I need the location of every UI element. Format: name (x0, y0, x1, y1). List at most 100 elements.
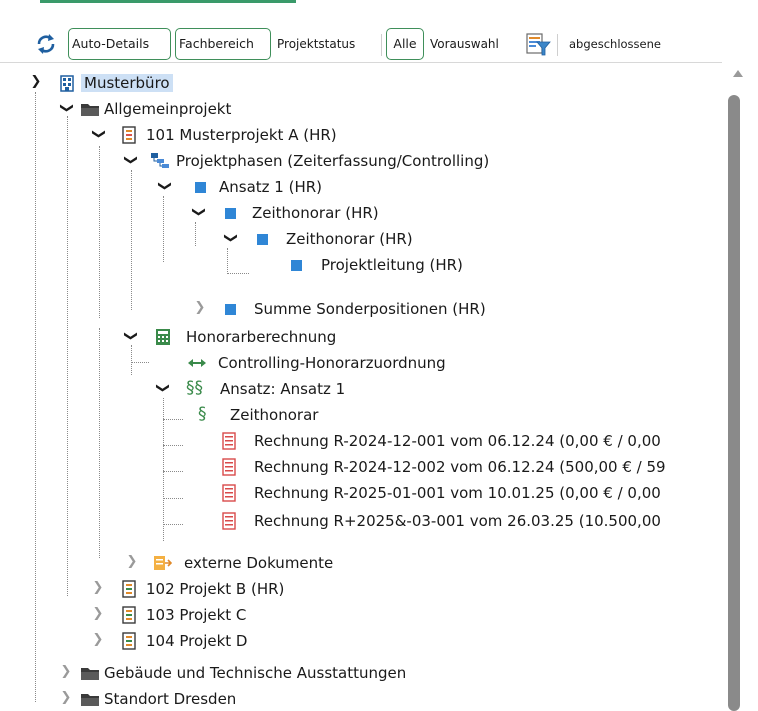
tree-node-label: Rechnung R-2024-12-001 vom 06.12.24 (0,0… (254, 432, 661, 450)
blue-square-icon (222, 204, 240, 222)
tree-node-projekt-104[interactable]: ❯ 104 Projekt D (0, 628, 700, 654)
toolbar-divider (381, 34, 382, 56)
tree-node-label: Standort Dresden (104, 690, 237, 708)
chevron-down-icon[interactable]: ❯ (121, 328, 139, 344)
tree-node-gebaeude[interactable]: ❯ Gebäude und Technische Ausstattungen (0, 660, 700, 686)
external-document-icon (152, 554, 173, 572)
tree-node-rechnung[interactable]: Rechnung R+2025&-03-001 vom 26.03.25 (10… (0, 508, 722, 534)
hierarchy-icon (150, 152, 169, 170)
tree-node-label: Summe Sonderpositionen (HR) (254, 300, 486, 318)
active-tab-indicator (40, 0, 296, 3)
tree-node-label: Gebäude und Technische Ausstattungen (104, 664, 407, 682)
projektstatus-label: Projektstatus (277, 37, 356, 51)
blue-square-icon (288, 256, 306, 274)
tree-node-rechnung[interactable]: Rechnung R-2024-12-002 vom 06.12.24 (500… (0, 454, 722, 480)
tree-node-controlling-zuordnung[interactable]: Controlling-Honorarzuordnung (0, 350, 700, 376)
blue-square-icon (222, 300, 240, 318)
chevron-down-icon[interactable]: ❯ (153, 380, 171, 396)
tree-node-label: Honorarberechnung (186, 328, 337, 346)
tree-node-projekt-102[interactable]: ❯ 102 Projekt B (HR) (0, 576, 700, 602)
chevron-right-icon[interactable]: ❯ (90, 579, 106, 597)
filter-icon[interactable] (525, 28, 551, 60)
tree-node-label: 102 Projekt B (HR) (146, 580, 285, 598)
tree-node-label: 104 Projekt D (146, 632, 248, 650)
tree-node-zeithonorar[interactable]: ❯ Zeithonorar (HR) (0, 226, 700, 252)
tree-node-projektleitung[interactable]: Projektleitung (HR) (0, 252, 700, 278)
exchange-arrows-icon (186, 354, 206, 372)
tree-node-summe-sonderpositionen[interactable]: ❯ Summe Sonderpositionen (HR) (0, 296, 700, 322)
tree-node-projekt-103[interactable]: ❯ 103 Projekt C (0, 602, 700, 628)
tree-node-label: Rechnung R-2025-01-001 vom 10.01.25 (0,0… (254, 484, 661, 502)
project-icon (120, 632, 138, 650)
toolbar: Auto-Details Fachbereich Projektstatus A… (0, 10, 758, 63)
tree-node-label: Zeithonorar (HR) (286, 230, 413, 248)
tree-node-label: Zeithonorar (230, 406, 319, 424)
building-icon (58, 74, 76, 92)
invoice-icon (220, 432, 238, 450)
blue-square-icon (192, 178, 210, 196)
chevron-down-icon[interactable]: ❯ (28, 73, 44, 91)
tree-node-zeithonorar[interactable]: ❯ Zeithonorar (HR) (0, 200, 700, 226)
chevron-down-icon[interactable]: ❯ (155, 178, 173, 194)
chevron-right-icon[interactable]: ❯ (58, 663, 74, 681)
tree-node-label: Ansatz: Ansatz 1 (220, 380, 346, 398)
tree-node-label: externe Dokumente (184, 554, 334, 572)
tree-node-zeithonorar-paragraph[interactable]: § Zeithonorar (0, 402, 700, 428)
tree-node-label: Allgemeinprojekt (104, 100, 232, 118)
tree-node-label: Projektphasen (Zeiterfassung/Controlling… (176, 152, 490, 170)
tree-node-projektphasen[interactable]: ❯ Projektphasen (Zeiterfassung/Controlli… (0, 148, 700, 174)
chevron-right-icon[interactable]: ❯ (124, 553, 140, 571)
chevron-down-icon[interactable]: ❯ (121, 152, 139, 168)
scroll-up-arrow-icon[interactable] (733, 70, 743, 77)
tree-node-label: Projektleitung (HR) (321, 256, 463, 274)
tree-node-rechnung[interactable]: Rechnung R-2024-12-001 vom 06.12.24 (0,0… (0, 428, 722, 454)
fachbereich-button[interactable]: Fachbereich (175, 28, 271, 60)
calculator-icon (154, 328, 172, 346)
folder-icon (80, 100, 99, 118)
chevron-down-icon[interactable]: ❯ (57, 100, 75, 116)
tree-node-honorarberechnung[interactable]: ❯ Honorarberechnung (0, 324, 700, 350)
paragraph-icon: §§ (186, 378, 203, 398)
chevron-right-icon[interactable]: ❯ (192, 299, 208, 317)
tree-node-label: Rechnung R+2025&-03-001 vom 26.03.25 (10… (254, 512, 661, 530)
auto-details-button[interactable]: Auto-Details (68, 28, 171, 60)
invoice-icon (220, 512, 238, 530)
tree-node-standort[interactable]: ❯ Standort Dresden (0, 686, 700, 711)
tree-node-label: Zeithonorar (HR) (252, 204, 379, 222)
tree-node-label: Controlling-Honorarzuordnung (218, 354, 446, 372)
tree-node-ansatz-ansatz1[interactable]: ❯ §§ Ansatz: Ansatz 1 (0, 376, 700, 402)
tree-node-externe-dokumente[interactable]: ❯ externe Dokumente (0, 550, 700, 576)
project-icon (120, 126, 138, 144)
invoice-icon (220, 484, 238, 502)
tree-node-label: 101 Musterprojekt A (HR) (146, 126, 337, 144)
tree-node-label: 103 Projekt C (146, 606, 247, 624)
chevron-down-icon[interactable]: ❯ (89, 126, 107, 142)
folder-icon (80, 690, 99, 708)
chevron-down-icon[interactable]: ❯ (189, 204, 207, 220)
chevron-right-icon[interactable]: ❯ (58, 689, 74, 707)
invoice-icon (220, 458, 238, 476)
project-tree[interactable]: ❯ Musterbüro ❯ Allgemeinprojekt ❯ 101 Mu… (0, 62, 722, 711)
tree-node-label: Ansatz 1 (HR) (219, 178, 323, 196)
alle-button[interactable]: Alle (386, 28, 424, 60)
scrollbar-thumb[interactable] (728, 95, 740, 711)
toolbar-divider (557, 34, 558, 56)
project-icon (120, 606, 138, 624)
chevron-right-icon[interactable]: ❯ (90, 605, 106, 623)
tree-node-allgemeinprojekt[interactable]: ❯ Allgemeinprojekt (0, 96, 700, 122)
tree-node-root[interactable]: ❯ Musterbüro (0, 70, 700, 96)
tree-node-rechnung[interactable]: Rechnung R-2025-01-001 vom 10.01.25 (0,0… (0, 480, 722, 506)
tree-node-projekt-101[interactable]: ❯ 101 Musterprojekt A (HR) (0, 122, 700, 148)
chevron-down-icon[interactable]: ❯ (221, 230, 239, 246)
abgeschlossene-label[interactable]: abgeschlossene (569, 28, 661, 60)
project-icon (120, 580, 138, 598)
refresh-icon[interactable] (34, 28, 58, 60)
paragraph-icon: § (198, 404, 207, 424)
tree-node-label: Rechnung R-2024-12-002 vom 06.12.24 (500… (254, 458, 666, 476)
folder-icon (80, 664, 99, 682)
vorauswahl-label: Vorauswahl (430, 37, 499, 51)
tree-node-ansatz1[interactable]: ❯ Ansatz 1 (HR) (0, 174, 700, 200)
tree-node-label: Musterbüro (81, 74, 173, 92)
chevron-right-icon[interactable]: ❯ (90, 631, 106, 649)
blue-square-icon (254, 230, 272, 248)
